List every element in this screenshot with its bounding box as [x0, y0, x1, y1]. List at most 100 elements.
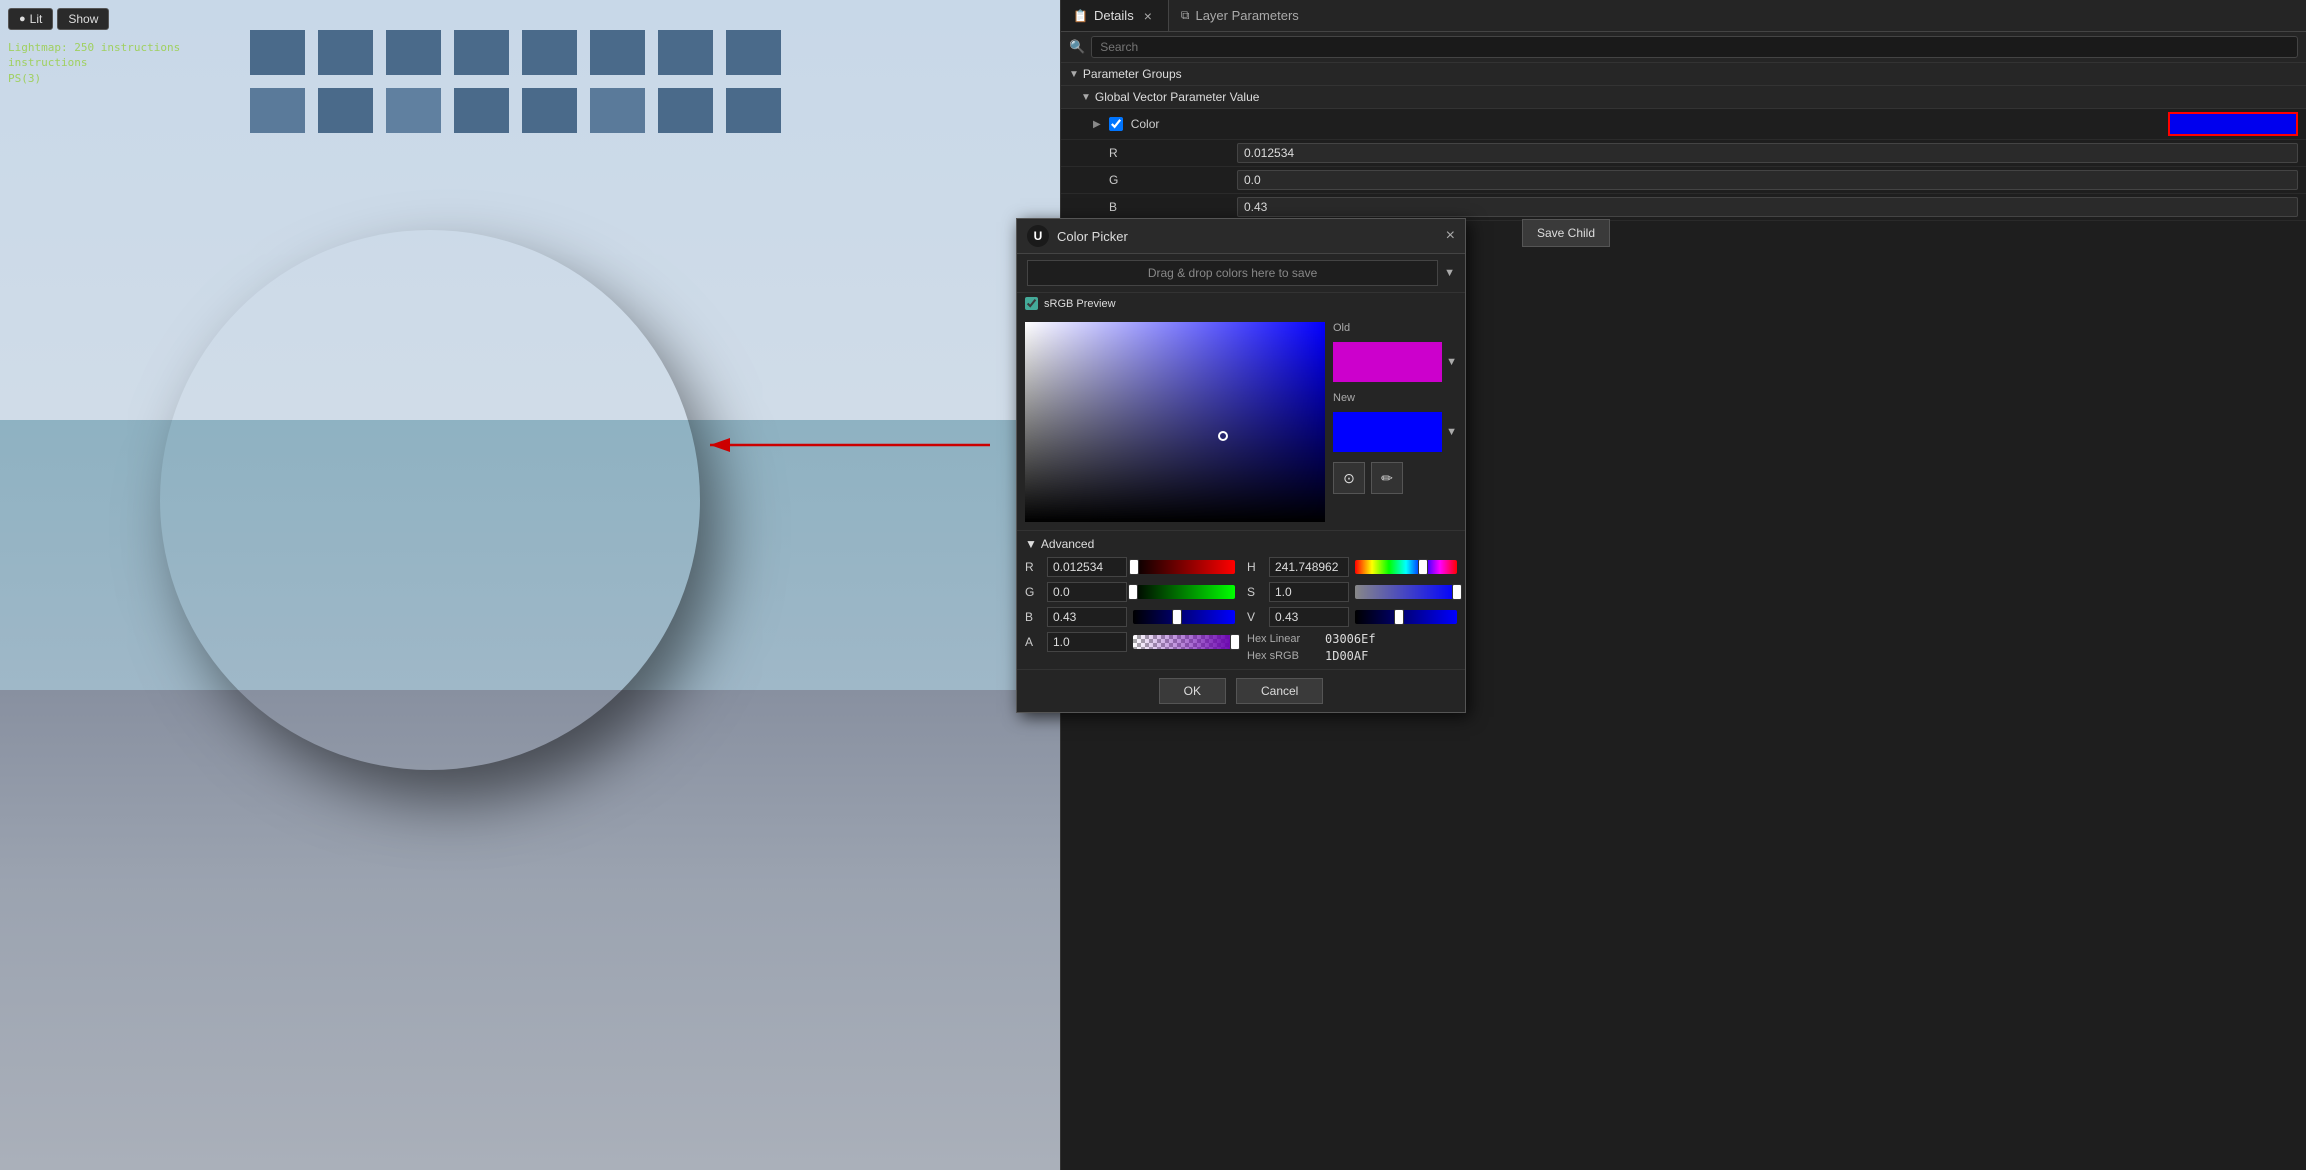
drag-drop-area: Drag & drop colors here to save [1027, 260, 1438, 286]
color-swatch[interactable] [2168, 112, 2298, 136]
advanced-header[interactable]: ▼ Advanced [1025, 537, 1457, 551]
sphere [160, 230, 700, 770]
drag-drop-label: Drag & drop colors here to save [1148, 266, 1317, 280]
r-input[interactable] [1237, 143, 2298, 163]
v-channel-slider[interactable] [1355, 610, 1457, 624]
left-channels: R G B [1025, 557, 1235, 663]
ok-button[interactable]: OK [1159, 678, 1226, 704]
h-channel-slider[interactable] [1355, 560, 1457, 574]
color-tools: ⊙ ✏ [1333, 462, 1457, 494]
parameter-groups-header[interactable]: ▼ Parameter Groups [1061, 63, 2306, 86]
new-label: New [1333, 392, 1457, 404]
color-picker-main: Old ▼ New ▼ ⊙ ✏ [1017, 314, 1465, 530]
srgb-checkbox[interactable] [1025, 297, 1038, 310]
r-label: R [1109, 146, 1229, 160]
s-channel-slider[interactable] [1355, 585, 1457, 599]
advanced-label: Advanced [1041, 537, 1094, 551]
channels-grid: R G B [1025, 557, 1457, 663]
details-close-icon[interactable]: × [1140, 8, 1156, 24]
s-channel-row: S [1247, 582, 1457, 602]
g-param-row: G [1061, 167, 2306, 194]
s-channel-input[interactable] [1269, 582, 1349, 602]
ue-logo: U [1027, 225, 1049, 247]
show-label: Show [68, 12, 98, 26]
g-channel-input[interactable] [1047, 582, 1127, 602]
color-picker-title: Color Picker [1057, 229, 1128, 244]
hex-linear-row: Hex Linear 03006Ef [1247, 632, 1457, 646]
b-label: B [1109, 200, 1229, 214]
lit-button[interactable]: ● Lit [8, 8, 53, 30]
h-channel-label: H [1247, 560, 1263, 574]
a-channel-slider[interactable] [1133, 635, 1235, 649]
collapse-arrow: ▼ [1069, 69, 1079, 80]
show-button[interactable]: Show [57, 8, 109, 30]
debug-text: Lightmap: 250 instructions instructions … [8, 40, 180, 86]
save-child-button[interactable]: Save Child [1522, 219, 1610, 247]
eyedropper-button[interactable]: ✏ [1371, 462, 1403, 494]
details-icon: 📋 [1073, 9, 1088, 23]
cancel-button[interactable]: Cancel [1236, 678, 1323, 704]
hex-srgb-row: Hex sRGB 1D00AF [1247, 649, 1457, 663]
b-input[interactable] [1237, 197, 2298, 217]
color-picker-close-icon[interactable]: × [1446, 227, 1455, 245]
layer-params-tab[interactable]: ⧉ Layer Parameters [1169, 0, 1311, 31]
v-channel-input[interactable] [1269, 607, 1349, 627]
a-channel-label: A [1025, 635, 1041, 649]
h-channel-row: H [1247, 557, 1457, 577]
eyedropper-icon: ✏ [1381, 470, 1393, 487]
hex-srgb-value: 1D00AF [1325, 649, 1368, 663]
r-channel-slider[interactable] [1133, 560, 1235, 574]
search-input[interactable] [1091, 36, 2298, 58]
gradient-canvas [1025, 322, 1325, 522]
b-channel-row: B [1025, 607, 1235, 627]
srgb-row: sRGB Preview [1017, 293, 1465, 314]
new-color-swatch[interactable] [1333, 412, 1442, 452]
ue-logo-text: U [1034, 229, 1043, 243]
hex-srgb-label: Hex sRGB [1247, 650, 1317, 662]
color-param-row: ▶ Color [1061, 109, 2306, 140]
debug-line1: Lightmap: 250 instructions [8, 40, 180, 55]
color-wheel-button[interactable]: ⊙ [1333, 462, 1365, 494]
old-label: Old [1333, 322, 1457, 334]
b-channel-label: B [1025, 610, 1041, 624]
row-expand-arrow: ▶ [1093, 119, 1101, 130]
details-tab[interactable]: 📋 Details × [1061, 0, 1169, 31]
new-dropdown-arrow[interactable]: ▼ [1446, 426, 1457, 438]
b-channel-slider[interactable] [1133, 610, 1235, 624]
s-channel-label: S [1247, 585, 1263, 599]
right-channels: H S V [1247, 557, 1457, 663]
old-color-swatch[interactable] [1333, 342, 1442, 382]
advanced-arrow: ▼ [1025, 537, 1037, 551]
color-gradient[interactable] [1025, 322, 1325, 522]
search-icon: 🔍 [1069, 39, 1085, 55]
lit-label: Lit [30, 12, 43, 26]
old-dropdown-arrow[interactable]: ▼ [1446, 356, 1457, 368]
color-picker-window: U Color Picker × Save Child Drag & drop … [1016, 218, 1466, 713]
drag-drop-dropdown-arrow[interactable]: ▼ [1444, 267, 1455, 279]
global-vector-label: Global Vector Parameter Value [1095, 90, 1260, 104]
r-param-row: R [1061, 140, 2306, 167]
a-channel-input[interactable] [1047, 632, 1127, 652]
g-label: G [1109, 173, 1229, 187]
r-channel-input[interactable] [1047, 557, 1127, 577]
b-channel-input[interactable] [1047, 607, 1127, 627]
viewport: ● Lit Show Lightmap: 250 instructions in… [0, 0, 1060, 1170]
color-checkbox[interactable] [1109, 117, 1123, 131]
drag-drop-bar: Drag & drop colors here to save ▼ [1017, 254, 1465, 293]
g-input[interactable] [1237, 170, 2298, 190]
color-wheel-icon: ⊙ [1343, 470, 1355, 487]
hex-linear-label: Hex Linear [1247, 633, 1317, 645]
panel-header: 📋 Details × ⧉ Layer Parameters [1061, 0, 2306, 32]
debug-line3: PS(3) [8, 71, 180, 86]
details-tab-label: Details [1094, 8, 1134, 23]
h-channel-input[interactable] [1269, 557, 1349, 577]
v-channel-row: V [1247, 607, 1457, 627]
r-channel-label: R [1025, 560, 1041, 574]
layer-params-label: Layer Parameters [1195, 8, 1298, 23]
color-picker-right: Old ▼ New ▼ ⊙ ✏ [1333, 322, 1457, 522]
a-channel-row: A [1025, 632, 1235, 652]
g-channel-slider[interactable] [1133, 585, 1235, 599]
advanced-section: ▼ Advanced R G [1017, 530, 1465, 669]
global-vector-header[interactable]: ▼ Global Vector Parameter Value [1061, 86, 2306, 109]
debug-line2: instructions [8, 55, 180, 70]
